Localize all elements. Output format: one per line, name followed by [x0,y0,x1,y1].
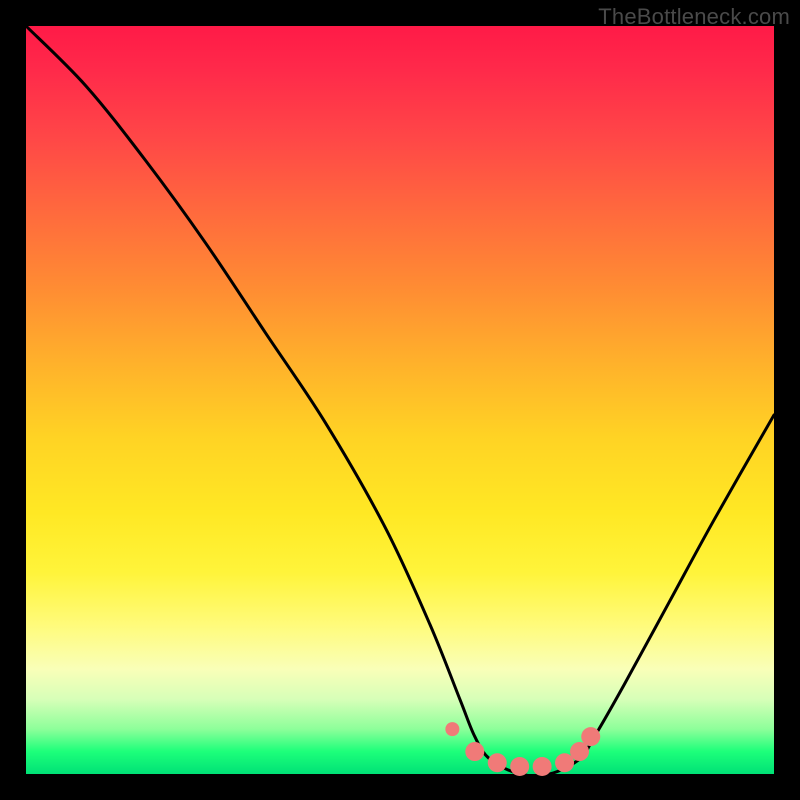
watermark-text: TheBottleneck.com [598,4,790,30]
optimal-marker [465,742,484,761]
curve-layer [26,26,774,774]
optimal-marker [445,722,459,736]
optimal-marker [510,757,529,776]
optimal-range-markers [445,722,600,776]
plot-area [26,26,774,774]
chart-frame: TheBottleneck.com [0,0,800,800]
bottleneck-curve [26,26,774,776]
optimal-marker [581,727,600,746]
optimal-marker [533,757,552,776]
optimal-marker [488,753,507,772]
